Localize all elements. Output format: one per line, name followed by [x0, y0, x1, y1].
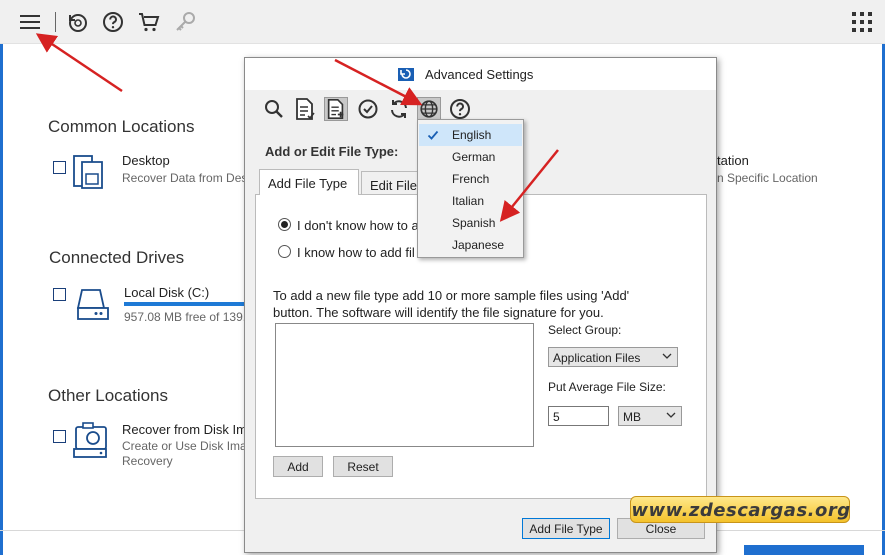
disk-image-subtitle-2: Recovery	[122, 454, 173, 468]
connected-drives-title: Connected Drives	[49, 248, 185, 267]
language-item-japanese[interactable]: Japanese	[419, 234, 522, 256]
window-frame-left	[0, 44, 3, 555]
select-group-dropdown[interactable]: Application Files	[548, 347, 678, 367]
language-item-german[interactable]: German	[419, 146, 522, 168]
reset-button[interactable]: Reset	[333, 456, 393, 477]
desktop-checkbox[interactable]	[53, 161, 66, 174]
local-disk-usage-bar	[124, 302, 245, 306]
specific-location-title[interactable]: tation	[717, 153, 749, 168]
language-item-french[interactable]: French	[419, 168, 522, 190]
language-item-spanish[interactable]: Spanish	[419, 212, 522, 234]
checkmark-icon	[427, 129, 439, 141]
watermark-badge: www.zdescargas.org	[630, 496, 850, 523]
instruction-text: To add a new file type add 10 or more sa…	[273, 288, 630, 320]
radio-know-label[interactable]: I know how to add fil	[297, 245, 415, 260]
language-label: Spanish	[452, 216, 496, 230]
local-disk-subtitle: 957.08 MB free of 139.4	[124, 310, 253, 324]
help-icon[interactable]	[101, 10, 125, 34]
radio-know[interactable]	[278, 245, 291, 258]
average-size-input[interactable]: 5	[548, 406, 609, 426]
add-button[interactable]: Add	[273, 456, 323, 477]
chevron-down-icon	[662, 351, 672, 361]
language-globe-icon[interactable]	[417, 97, 441, 121]
local-disk-checkbox[interactable]	[53, 288, 66, 301]
apps-grid-icon[interactable]	[850, 10, 874, 34]
desktop-title[interactable]: Desktop	[122, 153, 170, 168]
radio-dont-know-label[interactable]: I don't know how to a	[297, 218, 419, 233]
help-icon-dialog[interactable]	[448, 97, 472, 121]
dialog-title: Advanced Settings	[425, 67, 534, 82]
arrow-to-menu	[35, 33, 123, 93]
other-locations-title: Other Locations	[48, 386, 169, 405]
radio-dont-know[interactable]	[278, 218, 291, 231]
desktop-subtitle: Recover Data from Desk	[122, 171, 254, 185]
search-icon[interactable]	[262, 97, 286, 121]
language-label: French	[452, 172, 490, 186]
average-size-label: Put Average File Size:	[548, 380, 666, 394]
common-locations-title: Common Locations	[48, 117, 195, 136]
add-edit-heading: Add or Edit File Type:	[265, 144, 399, 159]
select-group-label: Select Group:	[548, 323, 622, 337]
dialog-app-icon	[397, 65, 415, 83]
language-label: Italian	[452, 194, 485, 208]
sample-files-list[interactable]	[275, 323, 534, 447]
cart-icon[interactable]	[137, 10, 161, 34]
disk-image-camera-icon	[72, 421, 108, 458]
hamburger-menu-icon[interactable]	[18, 10, 42, 34]
scan-button[interactable]	[744, 545, 864, 555]
desktop-folder-icon	[72, 154, 108, 190]
disk-image-subtitle: Create or Use Disk Imag	[122, 439, 254, 453]
disk-image-checkbox[interactable]	[53, 430, 66, 443]
toolbar-separator	[55, 12, 56, 32]
radio-dot	[281, 221, 288, 228]
refresh-icon[interactable]	[387, 97, 411, 121]
check-circle-icon[interactable]	[356, 97, 380, 121]
language-item-italian[interactable]: Italian	[419, 190, 522, 212]
specific-location-subtitle: n Specific Location	[717, 171, 818, 185]
size-unit-value: MB	[623, 410, 641, 424]
tab-edit-file[interactable]: Edit File	[361, 171, 421, 195]
add-file-type-button[interactable]: Add File Type	[522, 518, 610, 539]
language-label: German	[452, 150, 496, 164]
top-toolbar	[0, 0, 885, 44]
size-unit-dropdown[interactable]: MB	[618, 406, 682, 426]
disk-image-title[interactable]: Recover from Disk Im	[122, 422, 247, 437]
dialog-titlebar: Advanced Settings	[245, 58, 716, 90]
key-icon[interactable]	[173, 10, 197, 34]
hard-drive-icon	[74, 286, 110, 322]
language-label: Japanese	[452, 238, 505, 252]
chevron-down-icon	[666, 410, 676, 420]
local-disk-title[interactable]: Local Disk (C:)	[124, 285, 209, 300]
language-menu: English German French Italian Spanish Ja…	[417, 119, 524, 258]
language-item-english[interactable]: English	[419, 124, 522, 146]
recover-icon[interactable]	[66, 10, 90, 34]
tab-add-file-type[interactable]: Add File Type	[259, 169, 359, 195]
select-group-value: Application Files	[553, 351, 641, 365]
add-file-type-icon[interactable]	[324, 97, 348, 121]
file-list-icon[interactable]	[293, 97, 317, 121]
watermark-text: www.zdescargas.org	[631, 500, 851, 521]
language-label: English	[452, 128, 492, 142]
